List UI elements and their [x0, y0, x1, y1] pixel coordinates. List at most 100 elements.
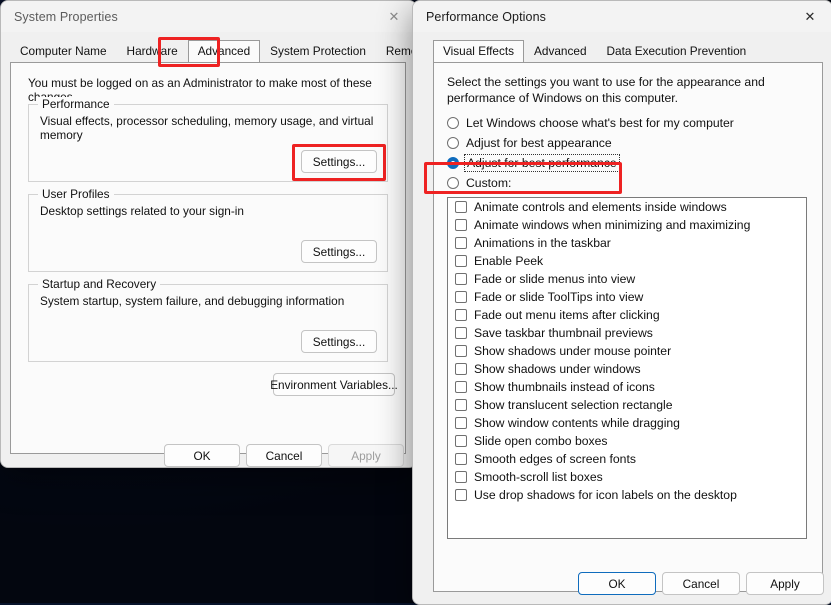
checkbox-icon-unchecked	[455, 273, 467, 285]
performance-group: Performance Visual effects, processor sc…	[28, 104, 388, 182]
radio-label: Adjust for best performance	[466, 156, 618, 170]
radio-let-windows-choose[interactable]: Let Windows choose what's best for my co…	[447, 114, 734, 131]
checkbox-icon-unchecked	[455, 417, 467, 429]
checkbox-icon-unchecked	[455, 345, 467, 357]
tab-data-execution-prevention[interactable]: Data Execution Prevention	[597, 40, 757, 62]
visual-effects-checkbox-list[interactable]: Animate controls and elements inside win…	[447, 197, 807, 539]
checkbox-row[interactable]: Fade out menu items after clicking	[448, 306, 806, 324]
checkbox-label: Save taskbar thumbnail previews	[474, 326, 653, 340]
system-properties-titlebar[interactable]: System Properties ✕	[1, 1, 416, 32]
close-icon[interactable]: ✕	[372, 1, 416, 32]
radio-indicator	[447, 177, 459, 189]
tab-advanced[interactable]: Advanced	[524, 40, 596, 62]
checkbox-label: Smooth edges of screen fonts	[474, 452, 636, 466]
checkbox-icon-unchecked	[455, 255, 467, 267]
checkbox-icon-unchecked	[455, 453, 467, 465]
checkbox-row[interactable]: Enable Peek	[448, 252, 806, 270]
tab-advanced[interactable]: Advanced	[188, 40, 260, 62]
startup-recovery-settings-button[interactable]: Settings...	[301, 330, 377, 353]
checkbox-label: Show thumbnails instead of icons	[474, 380, 655, 394]
checkbox-label: Show shadows under mouse pointer	[474, 344, 671, 358]
checkbox-label: Animate controls and elements inside win…	[474, 200, 727, 214]
checkbox-row[interactable]: Save taskbar thumbnail previews	[448, 324, 806, 342]
environment-variables-button[interactable]: Environment Variables...	[273, 373, 395, 396]
checkbox-icon-unchecked	[455, 309, 467, 321]
checkbox-icon-unchecked	[455, 399, 467, 411]
advanced-tab-pane: You must be logged on as an Administrato…	[10, 62, 406, 454]
checkbox-label: Animations in the taskbar	[474, 236, 611, 250]
checkbox-label: Use drop shadows for icon labels on the …	[474, 488, 737, 502]
system-properties-tabstrip[interactable]: Computer Name Hardware Advanced System P…	[10, 40, 406, 62]
checkbox-label: Fade or slide ToolTips into view	[474, 290, 643, 304]
checkbox-row[interactable]: Fade or slide ToolTips into view	[448, 288, 806, 306]
radio-label: Let Windows choose what's best for my co…	[466, 116, 734, 130]
user-profiles-group-description: Desktop settings related to your sign-in	[40, 204, 244, 218]
checkbox-icon-unchecked	[455, 435, 467, 447]
checkbox-row[interactable]: Show shadows under mouse pointer	[448, 342, 806, 360]
checkbox-icon-unchecked	[455, 363, 467, 375]
radio-label: Custom:	[466, 176, 511, 190]
checkbox-row[interactable]: Animations in the taskbar	[448, 234, 806, 252]
performance-options-body: Visual Effects Advanced Data Execution P…	[413, 32, 831, 604]
checkbox-row[interactable]: Show translucent selection rectangle	[448, 396, 806, 414]
performance-group-description: Visual effects, processor scheduling, me…	[40, 114, 387, 142]
tab-remote[interactable]: Remote	[376, 40, 417, 62]
system-properties-title: System Properties	[1, 10, 118, 24]
checkbox-label: Fade or slide menus into view	[474, 272, 635, 286]
tab-computer-name[interactable]: Computer Name	[10, 40, 117, 62]
checkbox-label: Enable Peek	[474, 254, 543, 268]
system-properties-window[interactable]: System Properties ✕ Computer Name Hardwa…	[0, 0, 417, 468]
performance-options-apply-button[interactable]: Apply	[746, 572, 824, 595]
checkbox-row[interactable]: Animate windows when minimizing and maxi…	[448, 216, 806, 234]
radio-label: Adjust for best appearance	[466, 136, 612, 150]
startup-recovery-group-description: System startup, system failure, and debu…	[40, 294, 344, 308]
checkbox-row[interactable]: Smooth-scroll list boxes	[448, 468, 806, 486]
tab-visual-effects[interactable]: Visual Effects	[433, 40, 524, 62]
radio-indicator-selected	[447, 157, 459, 169]
system-properties-cancel-button[interactable]: Cancel	[246, 444, 322, 467]
checkbox-row[interactable]: Smooth edges of screen fonts	[448, 450, 806, 468]
tab-hardware[interactable]: Hardware	[117, 40, 188, 62]
checkbox-row[interactable]: Show thumbnails instead of icons	[448, 378, 806, 396]
checkbox-label: Animate windows when minimizing and maxi…	[474, 218, 750, 232]
startup-recovery-group: Startup and Recovery System startup, sys…	[28, 284, 388, 362]
performance-options-cancel-button[interactable]: Cancel	[662, 572, 740, 595]
checkbox-label: Smooth-scroll list boxes	[474, 470, 603, 484]
radio-indicator	[447, 117, 459, 129]
checkbox-label: Show window contents while dragging	[474, 416, 680, 430]
radio-adjust-for-best-performance[interactable]: Adjust for best performance	[447, 154, 618, 171]
user-profiles-settings-button[interactable]: Settings...	[301, 240, 377, 263]
checkbox-icon-unchecked	[455, 201, 467, 213]
checkbox-row[interactable]: Show shadows under windows	[448, 360, 806, 378]
close-icon[interactable]: ✕	[788, 1, 831, 32]
performance-options-ok-button[interactable]: OK	[578, 572, 656, 595]
checkbox-icon-unchecked	[455, 489, 467, 501]
checkbox-row[interactable]: Slide open combo boxes	[448, 432, 806, 450]
checkbox-icon-unchecked	[455, 471, 467, 483]
checkbox-icon-unchecked	[455, 381, 467, 393]
radio-custom[interactable]: Custom:	[447, 174, 511, 191]
checkbox-row[interactable]: Fade or slide menus into view	[448, 270, 806, 288]
checkbox-icon-unchecked	[455, 291, 467, 303]
checkbox-label: Show shadows under windows	[474, 362, 641, 376]
performance-options-footer: OK Cancel Apply	[413, 560, 831, 604]
performance-options-titlebar[interactable]: Performance Options ✕	[413, 1, 831, 32]
checkbox-label: Slide open combo boxes	[474, 434, 607, 448]
system-properties-ok-button[interactable]: OK	[164, 444, 240, 467]
performance-settings-button[interactable]: Settings...	[301, 150, 377, 173]
user-profiles-group: User Profiles Desktop settings related t…	[28, 194, 388, 272]
system-properties-apply-button: Apply	[328, 444, 404, 467]
performance-options-window[interactable]: Performance Options ✕ Visual Effects Adv…	[412, 0, 831, 605]
checkbox-label: Show translucent selection rectangle	[474, 398, 673, 412]
performance-options-tabstrip[interactable]: Visual Effects Advanced Data Execution P…	[433, 40, 823, 62]
system-properties-body: Computer Name Hardware Advanced System P…	[1, 32, 416, 467]
checkbox-label: Fade out menu items after clicking	[474, 308, 660, 322]
startup-recovery-group-label: Startup and Recovery	[38, 277, 160, 291]
checkbox-row[interactable]: Use drop shadows for icon labels on the …	[448, 486, 806, 504]
user-profiles-group-label: User Profiles	[38, 187, 114, 201]
tab-system-protection[interactable]: System Protection	[260, 40, 376, 62]
checkbox-row[interactable]: Show window contents while dragging	[448, 414, 806, 432]
checkbox-row[interactable]: Animate controls and elements inside win…	[448, 198, 806, 216]
radio-adjust-for-best-appearance[interactable]: Adjust for best appearance	[447, 134, 612, 151]
performance-options-title: Performance Options	[413, 10, 546, 24]
